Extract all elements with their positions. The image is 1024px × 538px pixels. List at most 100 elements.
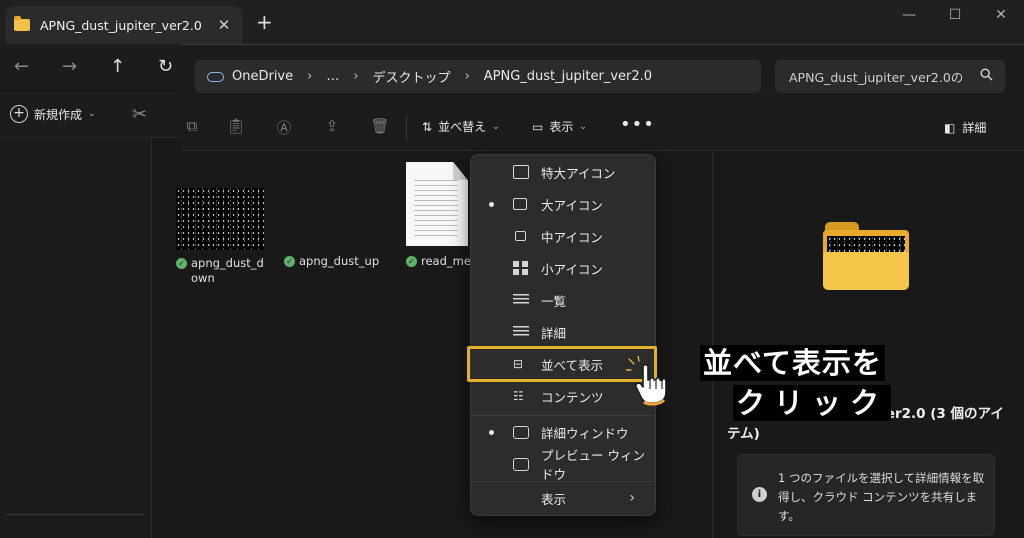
preview-pane-icon: [513, 457, 529, 471]
view-menu: 特大アイコン 大アイコン 中アイコン 小アイコン 一覧 詳細 ⊟ 並べて表示 ☷…: [470, 154, 656, 516]
sync-ok-icon: ✓: [176, 258, 187, 269]
menu-item-label: プレビュー ウィンドウ: [541, 448, 645, 482]
menu-item-medium-icons[interactable]: 中アイコン: [475, 221, 651, 251]
file-label: ✓ apng_dust_up: [284, 254, 379, 269]
menu-item-label: 大アイコン: [541, 197, 603, 213]
paste-icon[interactable]: 📋︎: [226, 117, 246, 137]
file-thumbnail: [176, 188, 264, 250]
folder-icon: [823, 222, 909, 290]
details-pane-icon: ◧: [944, 120, 956, 135]
toolbar-divider: [406, 115, 407, 141]
back-icon[interactable]: ←: [14, 56, 29, 77]
menu-item-label: 小アイコン: [541, 261, 603, 277]
up-icon[interactable]: ↑: [110, 56, 125, 77]
navigation-buttons: ← → ↑ ↻: [0, 46, 190, 90]
breadcrumb-onedrive[interactable]: OneDrive: [232, 69, 293, 84]
sort-button[interactable]: ⇅ 並べ替え ⌄: [422, 118, 500, 135]
menu-item-label: 中アイコン: [541, 229, 603, 245]
view-label: 表示: [549, 120, 574, 134]
sort-label: 並べ替え: [438, 120, 487, 134]
menu-item-label: コンテンツ: [541, 389, 604, 405]
selected-bullet-icon: [489, 429, 494, 435]
search-input[interactable]: APNG_dust_jupiter_ver2.0の: [775, 60, 1005, 93]
caption-line-2: クリック: [733, 385, 892, 421]
file-name: apng_dust_down: [191, 256, 264, 285]
window-controls: — ☐ ✕: [886, 0, 1024, 32]
document-icon: [406, 162, 468, 246]
small-icons-icon: [513, 261, 529, 275]
search-placeholder: APNG_dust_jupiter_ver2.0の: [789, 70, 964, 85]
menu-item-label: 詳細ウィンドウ: [541, 425, 629, 441]
menu-item-content[interactable]: ☷ コンテンツ: [475, 381, 651, 411]
breadcrumb-current-folder[interactable]: APNG_dust_jupiter_ver2.0: [484, 69, 652, 84]
sync-ok-icon: ✓: [284, 256, 295, 267]
forward-icon[interactable]: →: [62, 56, 77, 77]
minimize-button[interactable]: —: [886, 0, 932, 32]
file-item[interactable]: ✓ apng_dust_up: [284, 254, 379, 269]
copy-icon[interactable]: ⧉: [182, 117, 202, 137]
navigation-pane: [0, 138, 152, 538]
info-text: 1 つのファイルを選択して詳細情報を取得し、クラウド コンテンツを共有します。: [778, 471, 985, 523]
file-name: apng_dust_up: [299, 254, 380, 268]
chevron-down-icon: ⌄: [579, 121, 587, 132]
address-row: OneDrive › … › デスクトップ › APNG_dust_jupite…: [182, 45, 1024, 105]
close-tab-icon[interactable]: ✕: [214, 16, 234, 34]
menu-item-small-icons[interactable]: 小アイコン: [475, 253, 651, 283]
details-pane-button[interactable]: ◧ 詳細: [944, 119, 986, 136]
menu-item-label: 特大アイコン: [541, 165, 616, 181]
menu-divider: [471, 481, 655, 482]
cut-icon[interactable]: ✂: [132, 104, 147, 125]
breadcrumb-separator: ›: [353, 69, 359, 84]
breadcrumb-ellipsis[interactable]: …: [326, 69, 339, 84]
tab-apng-dust[interactable]: APNG_dust_jupiter_ver2.0 ✕: [6, 6, 242, 44]
plus-icon: +: [10, 105, 28, 123]
menu-item-details-pane[interactable]: 詳細ウィンドウ: [475, 417, 651, 447]
view-button[interactable]: ▭ 表示 ⌄: [532, 118, 587, 135]
medium-icons-icon: [515, 231, 526, 241]
file-name: read_me: [421, 254, 471, 268]
menu-item-label: 一覧: [541, 293, 567, 309]
file-item[interactable]: ✓ apng_dust_down: [176, 188, 266, 286]
rename-icon[interactable]: Ⓐ: [274, 117, 294, 137]
refresh-icon[interactable]: ↻: [158, 56, 173, 77]
breadcrumb-separator: ›: [464, 69, 470, 84]
more-options-button[interactable]: •••: [620, 114, 655, 135]
file-label: ✓ read_me: [406, 254, 471, 269]
list-icon: [513, 294, 529, 306]
tab-title: APNG_dust_jupiter_ver2.0: [40, 17, 202, 33]
menu-item-label: 表示: [541, 491, 567, 507]
content-icon: ☷: [513, 389, 524, 403]
new-button[interactable]: + 新規作成 ⌄: [10, 105, 96, 123]
chevron-right-icon: ›: [629, 490, 635, 506]
delete-icon[interactable]: 🗑︎: [370, 117, 390, 137]
details-label: 詳細: [962, 121, 987, 135]
breadcrumb-desktop[interactable]: デスクトップ: [373, 67, 451, 86]
hand-pointer-icon: [625, 355, 674, 406]
menu-divider: [471, 415, 655, 416]
share-icon[interactable]: ⇪: [322, 117, 342, 137]
caption-line-1: 並べて表示を: [700, 345, 885, 381]
menu-item-list[interactable]: 一覧: [475, 285, 651, 315]
cloud-icon: [207, 71, 224, 82]
close-window-button[interactable]: ✕: [978, 0, 1024, 32]
file-label: ✓ apng_dust_down: [176, 256, 266, 286]
address-bar[interactable]: OneDrive › … › デスクトップ › APNG_dust_jupite…: [195, 60, 761, 93]
menu-item-show[interactable]: 表示 ›: [475, 483, 651, 513]
details-pane-icon: [513, 425, 529, 439]
menu-item-large-icons[interactable]: 大アイコン: [475, 189, 651, 219]
chevron-down-icon: ⌄: [492, 121, 500, 132]
sort-icon: ⇅: [422, 119, 433, 134]
extra-large-icons-icon: [513, 165, 529, 179]
tab-strip: APNG_dust_jupiter_ver2.0 ✕ +: [0, 0, 1024, 46]
details-icon: [513, 326, 529, 338]
maximize-button[interactable]: ☐: [932, 0, 978, 32]
new-tab-button[interactable]: +: [256, 12, 273, 32]
large-icons-icon: [513, 198, 527, 210]
menu-item-details[interactable]: 詳細: [475, 317, 651, 347]
file-item[interactable]: ✓ read_me: [406, 162, 471, 269]
search-icon[interactable]: [980, 68, 993, 85]
menu-item-preview-pane[interactable]: プレビュー ウィンドウ: [475, 448, 651, 482]
info-icon: i: [752, 487, 767, 502]
menu-item-extra-large-icons[interactable]: 特大アイコン: [475, 157, 651, 187]
back-toolbar: + 新規作成 ⌄ ✂: [0, 92, 190, 138]
